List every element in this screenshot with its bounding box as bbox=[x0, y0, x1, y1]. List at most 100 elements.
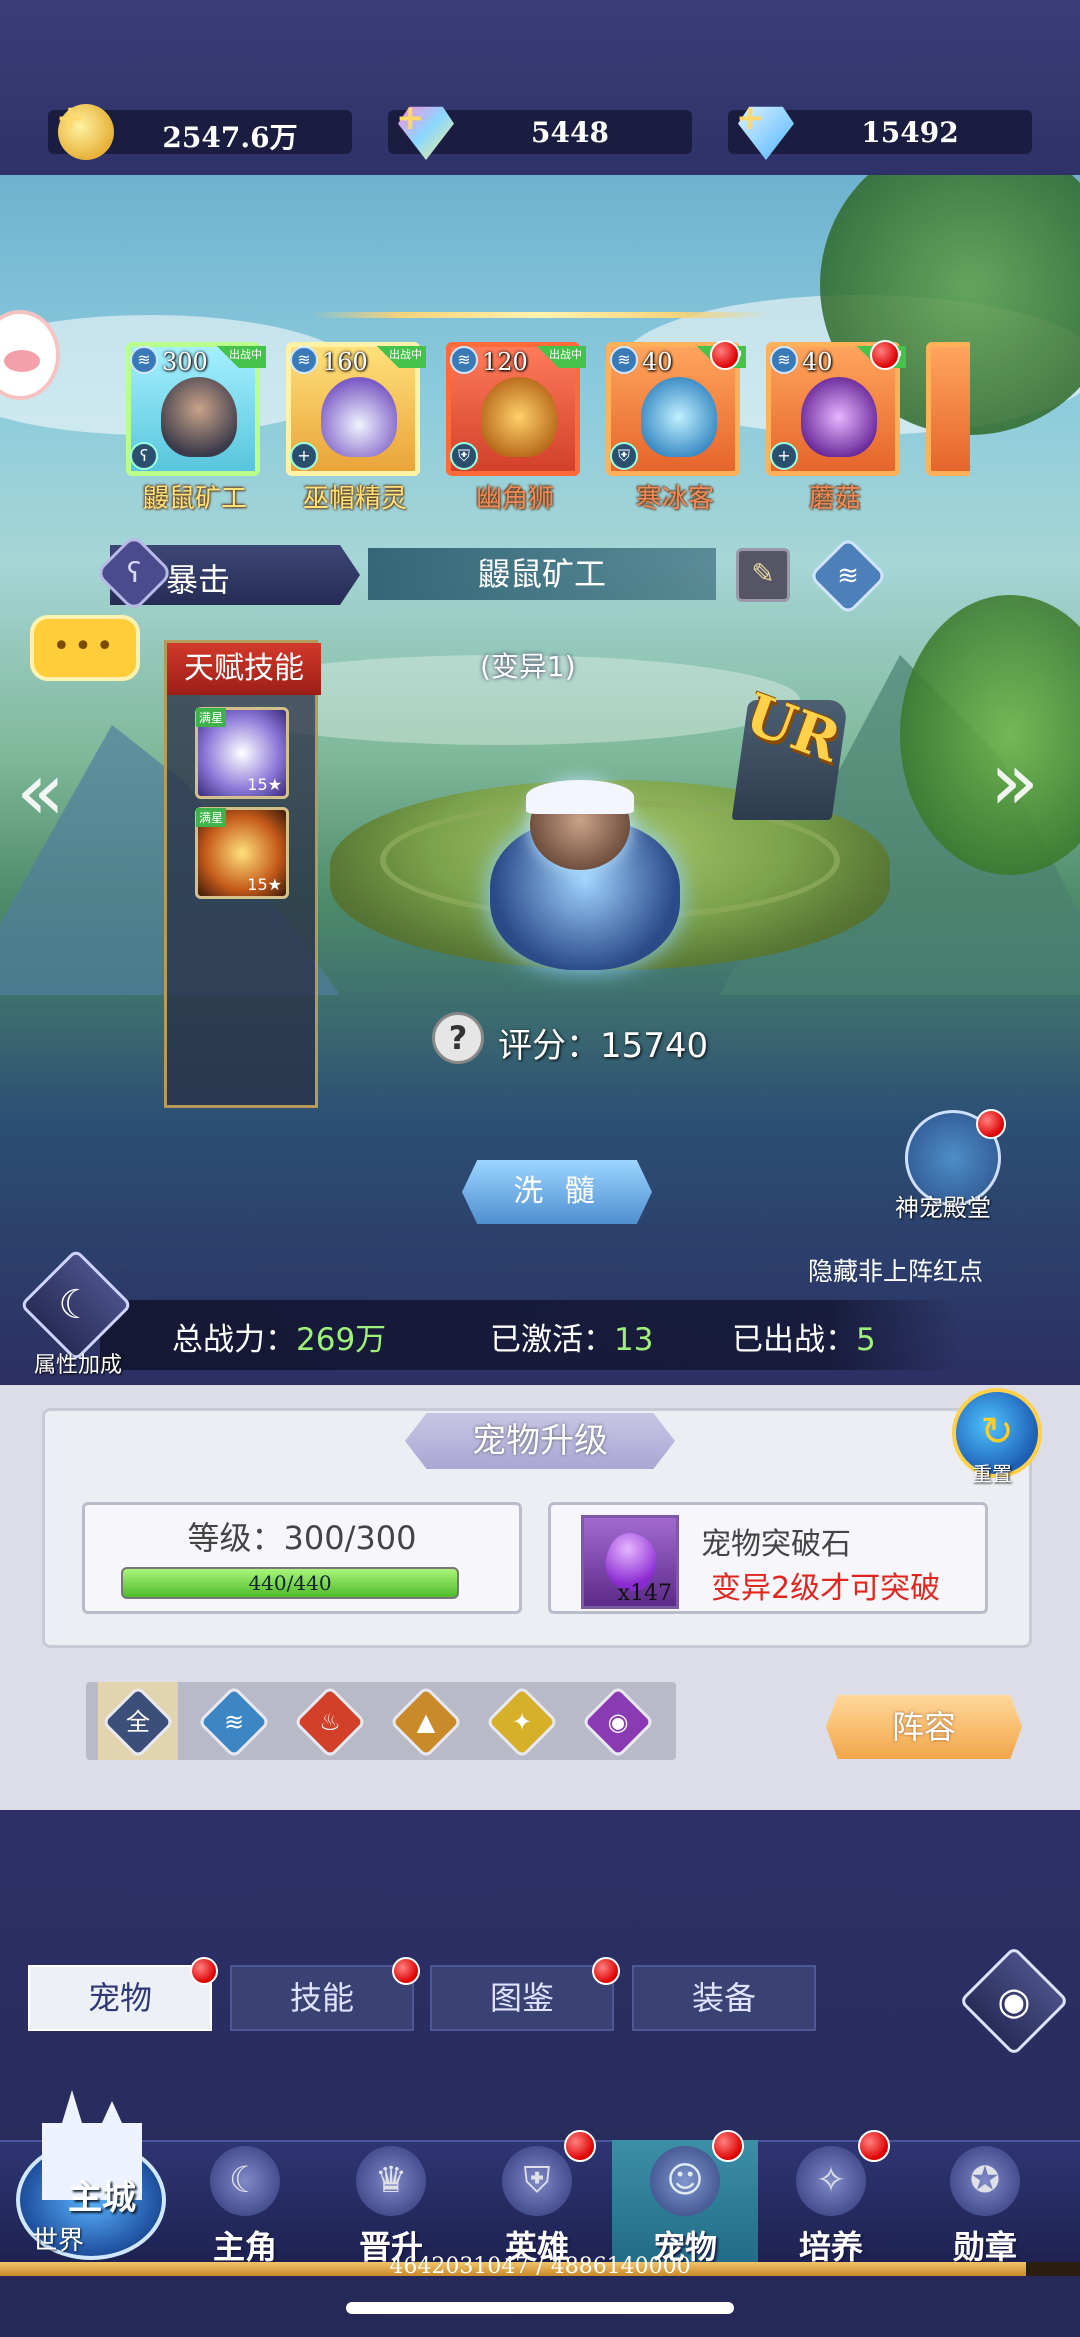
nav-promotion[interactable]: ♛ 晋升 bbox=[318, 2140, 464, 2270]
max-star-tag: 满星 bbox=[196, 708, 227, 727]
water-element-icon: ≋ bbox=[837, 561, 859, 591]
wash-button[interactable]: 洗 髓 bbox=[462, 1160, 652, 1224]
tab-pet[interactable]: 宠物 bbox=[28, 1957, 218, 2031]
talent-skill[interactable]: 满星 15★ bbox=[195, 807, 289, 899]
add-blue-diamond-icon[interactable]: + bbox=[736, 98, 765, 138]
red-dot-badge bbox=[190, 1957, 218, 1985]
medal-icon: ✪ bbox=[969, 2160, 1001, 2201]
pet-face-icon: ☺ bbox=[666, 2160, 704, 2201]
nav-hero[interactable]: ☾ 主角 bbox=[172, 2140, 318, 2270]
tab-codex[interactable]: 图鉴 bbox=[430, 1957, 620, 2031]
total-power: 总战力：269万 bbox=[172, 1322, 387, 1358]
nav-pets[interactable]: ☺ 宠物 bbox=[612, 2130, 758, 2270]
pet-level: 160 bbox=[322, 348, 368, 376]
pet-card[interactable]: ≋ ⛨ 出战中 40 寒冰客 bbox=[606, 340, 754, 514]
xp-bar: 440/440 bbox=[121, 1567, 459, 1599]
rainbow-diamond-currency[interactable]: + 5448 bbox=[388, 98, 692, 160]
divine-pet-hall-label: 神宠殿堂 bbox=[895, 1194, 991, 1222]
water-element-icon: ≋ bbox=[290, 346, 318, 374]
strip-crown-decoration bbox=[310, 312, 770, 318]
fire-icon: ♨ bbox=[319, 1708, 341, 1736]
pet-model[interactable] bbox=[470, 780, 700, 980]
help-icon[interactable]: ? bbox=[432, 1012, 484, 1064]
stats-bar: 总战力：269万 已激活：13 已出战：5 bbox=[100, 1300, 960, 1370]
red-dot-badge bbox=[712, 2130, 744, 2162]
attribute-bonus-label: 属性加成 bbox=[33, 1353, 122, 1378]
nav-medals[interactable]: ✪ 勋章 bbox=[912, 2140, 1058, 2270]
breakthrough-box[interactable]: x147 宠物突破石 变异2级才可突破 bbox=[548, 1502, 988, 1614]
pet-name: 寒冰客 bbox=[635, 484, 714, 514]
filter-light-button[interactable]: ✦ bbox=[485, 1685, 559, 1759]
pet-level: 300 bbox=[162, 348, 208, 376]
pet-card[interactable]: ≋ + 出战中 160 巫帽精灵 bbox=[286, 342, 434, 514]
chat-button[interactable]: ••• bbox=[30, 615, 140, 681]
talent-skill[interactable]: 满星 15★ bbox=[195, 707, 289, 799]
variant-label: (变异1) bbox=[480, 650, 576, 683]
nav-training[interactable]: ✧ 培养 bbox=[758, 2130, 904, 2270]
home-indicator[interactable] bbox=[346, 2302, 734, 2314]
filter-dark-button[interactable]: ◉ bbox=[581, 1685, 655, 1759]
gold-currency[interactable]: + 2547.6万 bbox=[48, 98, 352, 160]
filter-fire-button[interactable]: ♨ bbox=[293, 1685, 367, 1759]
pet-name-bar: 鼹鼠矿工 bbox=[368, 548, 716, 600]
pet-level: 120 bbox=[482, 348, 528, 376]
breakthrough-stone-item[interactable]: x147 bbox=[581, 1515, 679, 1609]
stone-name: 宠物突破石 bbox=[701, 1527, 851, 1562]
crit-icon: ʕ bbox=[130, 442, 158, 470]
blue-diamond-currency[interactable]: + 15492 bbox=[728, 98, 1032, 160]
rename-button[interactable]: ✎ bbox=[736, 548, 790, 602]
deployed-count: 已出战：5 bbox=[732, 1322, 876, 1358]
talent-skill-level: 15★ bbox=[247, 875, 282, 894]
add-rainbow-diamond-icon[interactable]: + bbox=[396, 98, 425, 138]
red-dot-badge bbox=[710, 340, 740, 370]
red-dot-badge bbox=[592, 1957, 620, 1985]
tab-skill[interactable]: 技能 bbox=[230, 1957, 420, 2031]
pet-strip: ≋ ʕ 出战中 300 鼹鼠矿工 ≋ + 出战中 160 巫帽精灵 ≋ ⛨ 出战… bbox=[110, 330, 970, 520]
world-label: 世界 bbox=[32, 2226, 85, 2256]
heal-icon: + bbox=[770, 442, 798, 470]
red-dot-badge bbox=[564, 2130, 596, 2162]
shield-icon: ⛨ bbox=[450, 442, 478, 470]
red-dot-badge bbox=[858, 2130, 890, 2162]
add-gold-icon[interactable]: + bbox=[56, 98, 85, 138]
light-icon: ✦ bbox=[511, 1708, 533, 1736]
xp-text: 440/440 bbox=[248, 1571, 332, 1595]
crown-icon: ♛ bbox=[374, 2160, 408, 2201]
main-city-button[interactable]: 主城 世界 bbox=[12, 2090, 172, 2260]
element-filter-row: 全 ≋ ♨ ▲ ✦ ◉ bbox=[86, 1682, 676, 1760]
next-pet-arrow-icon[interactable]: » bbox=[990, 735, 1039, 828]
pet-level: 40 bbox=[642, 348, 673, 376]
filter-water-button[interactable]: ≋ bbox=[197, 1685, 271, 1759]
training-icon: ✧ bbox=[815, 2160, 847, 2201]
pet-card[interactable]: ≋ ʕ 出战中 300 鼹鼠矿工 bbox=[126, 342, 274, 514]
talent-title: 天赋技能 bbox=[167, 643, 321, 695]
pet-frame bbox=[926, 342, 970, 476]
prev-pet-arrow-icon[interactable]: « bbox=[16, 745, 65, 838]
filter-earth-button[interactable]: ▲ bbox=[389, 1685, 463, 1759]
moon-star-icon: ☾ bbox=[58, 1282, 94, 1328]
hide-red-dot-toggle[interactable]: 隐藏非上阵红点 bbox=[808, 1252, 983, 1288]
lineup-button[interactable]: 阵容 bbox=[826, 1695, 1022, 1759]
eye-icon: ◉ bbox=[997, 1979, 1031, 2023]
pet-card-partial[interactable] bbox=[926, 342, 970, 510]
tab-equipment[interactable]: 装备 bbox=[632, 1965, 816, 2031]
feather-icon: ✎ bbox=[751, 557, 775, 590]
blue-diamond-value: 15492 bbox=[861, 116, 959, 149]
main-city-label: 主城 bbox=[68, 2178, 136, 2218]
shield-icon: ⛨ bbox=[610, 442, 638, 470]
in-battle-tag: 出战中 bbox=[366, 346, 426, 368]
pet-card[interactable]: ≋ + 出战中 40 蘑菇 bbox=[766, 340, 914, 514]
pet-name: 幽角狮 bbox=[475, 484, 554, 514]
skill-label: 暴击 bbox=[166, 561, 231, 599]
nav-heroes[interactable]: ⛨ 英雄 bbox=[464, 2130, 610, 2270]
water-element-icon: ≋ bbox=[610, 346, 638, 374]
attribute-bonus-button[interactable]: ☾ 属性加成 bbox=[19, 1248, 133, 1378]
talent-panel: 天赋技能 满星 15★ 满星 15★ bbox=[164, 640, 321, 1108]
pet-name: 巫帽精灵 bbox=[302, 484, 407, 514]
pet-name: 鼹鼠矿工 bbox=[142, 484, 247, 514]
pet-card[interactable]: ≋ ⛨ 出战中 120 幽角狮 bbox=[446, 342, 594, 514]
upgrade-title: 宠物升级 bbox=[405, 1413, 675, 1469]
talent-skill-level: 15★ bbox=[247, 775, 282, 794]
in-battle-tag: 出战中 bbox=[206, 346, 266, 368]
all-icon: 全 bbox=[126, 1708, 150, 1736]
